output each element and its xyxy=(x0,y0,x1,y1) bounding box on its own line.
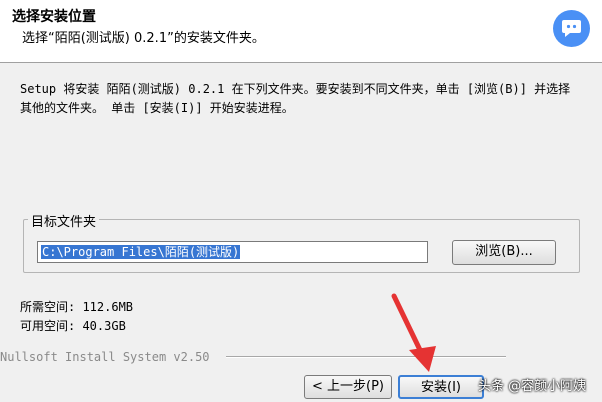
momo-logo-icon xyxy=(553,10,590,47)
install-path-value: C:\Program Files\陌陌(测试版) xyxy=(41,245,241,259)
nsis-branding: Nullsoft Install System v2.50 xyxy=(0,350,210,364)
install-path-input[interactable]: C:\Program Files\陌陌(测试版) xyxy=(37,241,428,263)
install-button[interactable]: 安装(I) xyxy=(398,375,484,399)
page-title: 选择安装位置 xyxy=(12,9,96,25)
footer-divider xyxy=(226,356,506,358)
destination-group-label: 目标文件夹 xyxy=(28,211,100,230)
browse-button[interactable]: 浏览(B)... xyxy=(452,240,556,265)
space-available-text: 可用空间: 40.3GB xyxy=(20,319,126,333)
red-arrow-icon xyxy=(391,293,436,372)
header-panel: 选择安装位置 选择“陌陌(测试版) 0.2.1”的安装文件夹。 xyxy=(0,0,602,63)
space-required-text: 所需空间: 112.6MB xyxy=(20,300,134,314)
page-subtitle: 选择“陌陌(测试版) 0.2.1”的安装文件夹。 xyxy=(22,31,265,46)
back-button[interactable]: < 上一步(P) xyxy=(304,375,392,399)
instructions-text: Setup 将安装 陌陌(测试版) 0.2.1 在下列文件夹。要安装到不同文件夹… xyxy=(20,82,571,115)
watermark-text: 头条 @容颜小阿姨 xyxy=(478,379,587,394)
